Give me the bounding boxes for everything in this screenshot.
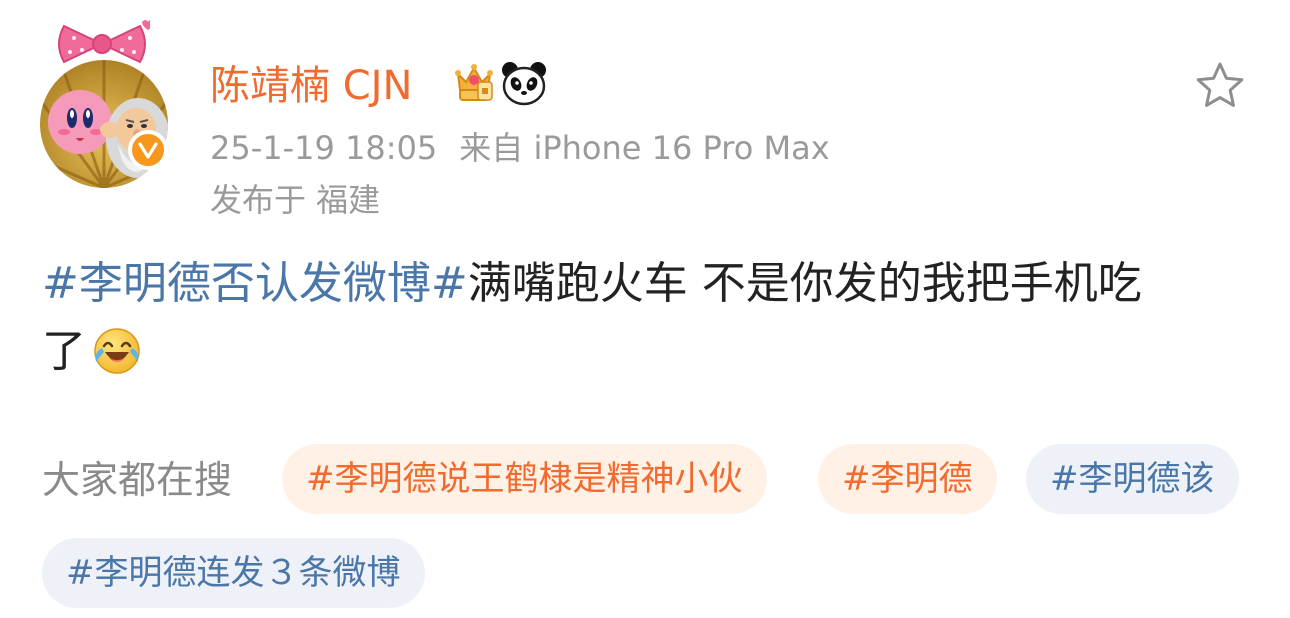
post-hashtag-link[interactable]: #李明德否认发微博# [42,258,468,309]
user-name[interactable]: 陈靖楠 CJN [210,60,412,112]
trending-chip[interactable]: #李明德该 [1026,444,1239,514]
star-outline-icon[interactable] [1194,60,1246,110]
weibo-post-card: 陈靖楠 CJN 25-1-19 18:05 来自 iPhone 16 Pro Ma… [0,0,1290,618]
trending-chip[interactable]: #李明德 [818,444,997,514]
post-text-line1: 满嘴跑火车 不是你发的我把手机吃 [467,258,1142,309]
post-body: #李明德否认发微博#满嘴跑火车 不是你发的我把手机吃了 [42,250,1252,386]
pink-bow-decoration [58,20,150,64]
post-time: 25-1-19 18:05 [210,129,438,167]
laughing-crying-emoji-icon [94,328,140,374]
crown-member-icon[interactable] [452,60,496,104]
panda-icon[interactable] [500,60,548,106]
post-source: 来自 iPhone 16 Pro Max [459,129,830,167]
trending-chip[interactable]: #李明德说王鹤棣是精神小伙 [282,444,767,514]
avatar-container[interactable] [38,18,178,188]
post-location: 发布于 福建 [210,181,381,219]
trending-label: 大家都在搜 [42,458,233,502]
post-text-line2: 了 [42,326,86,377]
post-meta: 25-1-19 18:05 来自 iPhone 16 Pro Max [210,128,830,168]
verified-badge-icon [128,130,168,170]
trending-chip[interactable]: #李明德连发３条微博 [42,538,425,608]
